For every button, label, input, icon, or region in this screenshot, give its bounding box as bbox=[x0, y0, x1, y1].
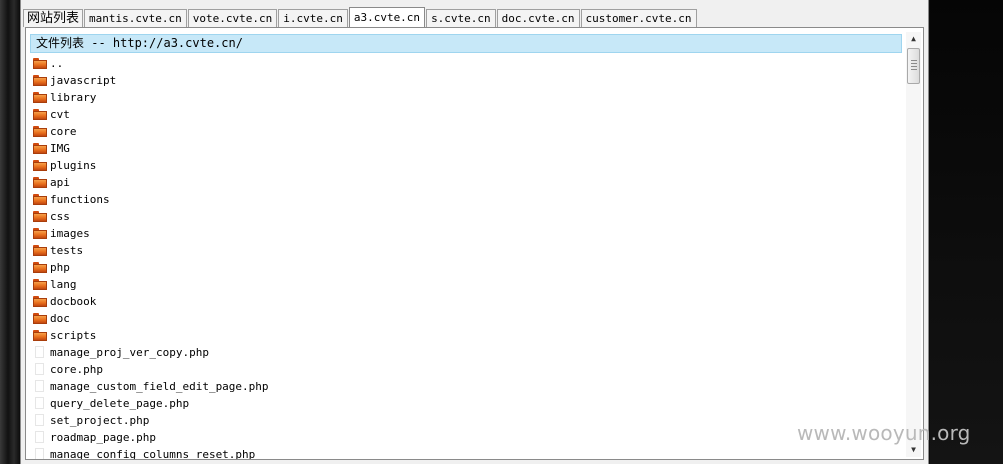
file-row[interactable]: manage_proj_ver_copy.php bbox=[32, 344, 892, 361]
item-name: scripts bbox=[50, 329, 97, 342]
tab-mantis-cvte-cn[interactable]: mantis.cvte.cn bbox=[84, 9, 187, 27]
file-row[interactable]: roadmap_page.php bbox=[32, 429, 892, 446]
tab-vote-cvte-cn[interactable]: vote.cvte.cn bbox=[187, 9, 278, 27]
item-name: manage_proj_ver_copy.php bbox=[50, 346, 209, 359]
folder-icon bbox=[32, 193, 48, 206]
arrow-down-icon[interactable]: ▼ bbox=[906, 443, 921, 457]
tab-doc-cvte-cn[interactable]: doc.cvte.cn bbox=[496, 9, 580, 27]
file-row[interactable]: manage_config_columns_reset.php bbox=[32, 446, 892, 460]
folder-icon bbox=[32, 244, 48, 257]
item-name: images bbox=[50, 227, 90, 240]
item-name: roadmap_page.php bbox=[50, 431, 156, 444]
item-name: functions bbox=[50, 193, 110, 206]
folder-row[interactable]: plugins bbox=[32, 157, 892, 174]
file-list: .. javascript library cvt core IMG plugins api f… bbox=[32, 55, 892, 460]
file-list-header: 文件列表 -- http://a3.cvte.cn/ bbox=[30, 34, 902, 53]
file-row[interactable]: query_delete_page.php bbox=[32, 395, 892, 412]
item-name: doc bbox=[50, 312, 70, 325]
folder-row[interactable]: cvt bbox=[32, 106, 892, 123]
file-icon bbox=[32, 448, 48, 459]
folder-row[interactable]: javascript bbox=[32, 72, 892, 89]
background-left bbox=[0, 0, 20, 464]
folder-icon bbox=[32, 57, 48, 70]
folder-row[interactable]: php bbox=[32, 259, 892, 276]
item-name: .. bbox=[50, 57, 64, 70]
item-name: javascript bbox=[50, 74, 117, 87]
app-window: 网站列表 mantis.cvte.cn vote.cvte.cn i.cvte.cn a… bbox=[20, 0, 929, 464]
folder-icon bbox=[32, 295, 48, 308]
folder-icon bbox=[32, 210, 48, 223]
grip-line bbox=[911, 63, 917, 64]
item-name: api bbox=[50, 176, 70, 189]
folder-row[interactable]: functions bbox=[32, 191, 892, 208]
grip-line bbox=[911, 69, 917, 70]
folder-row[interactable]: docbook bbox=[32, 293, 892, 310]
folder-row[interactable]: doc bbox=[32, 310, 892, 327]
folder-row[interactable]: scripts bbox=[32, 327, 892, 344]
scrollbar-thumb[interactable] bbox=[907, 48, 920, 84]
folder-row[interactable]: images bbox=[32, 225, 892, 242]
tab-i-cvte-cn[interactable]: i.cvte.cn bbox=[278, 9, 348, 27]
item-name: cvt bbox=[50, 108, 70, 121]
tab-customer-cvte-cn[interactable]: customer.cvte.cn bbox=[580, 9, 697, 27]
background-right bbox=[930, 0, 1003, 464]
file-row[interactable]: manage_custom_field_edit_page.php bbox=[32, 378, 892, 395]
folder-icon bbox=[32, 329, 48, 342]
folder-row[interactable]: api bbox=[32, 174, 892, 191]
tab-site-list[interactable]: 网站列表 bbox=[23, 9, 84, 27]
item-name: core.php bbox=[50, 363, 103, 376]
item-name: php bbox=[50, 261, 70, 274]
folder-row[interactable]: IMG bbox=[32, 140, 892, 157]
file-icon bbox=[32, 346, 48, 359]
arrow-up-icon[interactable]: ▲ bbox=[906, 32, 921, 46]
folder-icon bbox=[32, 261, 48, 274]
file-icon bbox=[32, 363, 48, 376]
item-name: plugins bbox=[50, 159, 97, 172]
folder-row[interactable]: tests bbox=[32, 242, 892, 259]
item-name: set_project.php bbox=[50, 414, 150, 427]
item-name: css bbox=[50, 210, 70, 223]
file-icon bbox=[32, 397, 48, 410]
item-name: core bbox=[50, 125, 77, 138]
item-name: library bbox=[50, 91, 97, 104]
item-name: manage_config_columns_reset.php bbox=[50, 448, 256, 460]
item-name: tests bbox=[50, 244, 84, 257]
file-icon bbox=[32, 414, 48, 427]
file-icon bbox=[32, 380, 48, 393]
file-icon bbox=[32, 431, 48, 444]
item-name: IMG bbox=[50, 142, 70, 155]
folder-row[interactable]: .. bbox=[32, 55, 892, 72]
folder-icon bbox=[32, 108, 48, 121]
folder-icon bbox=[32, 159, 48, 172]
folder-icon bbox=[32, 312, 48, 325]
tab-a3-cvte-cn[interactable]: a3.cvte.cn bbox=[348, 7, 426, 28]
item-name: lang bbox=[50, 278, 77, 291]
folder-icon bbox=[32, 91, 48, 104]
folder-icon bbox=[32, 227, 48, 240]
item-name: manage_custom_field_edit_page.php bbox=[50, 380, 269, 393]
folder-icon bbox=[32, 278, 48, 291]
file-row[interactable]: core.php bbox=[32, 361, 892, 378]
watermark: www.wooyun.org bbox=[797, 421, 971, 445]
tab-s-cvte-cn[interactable]: s.cvte.cn bbox=[426, 9, 496, 27]
grip-line bbox=[911, 60, 917, 61]
grip-line bbox=[911, 66, 917, 67]
item-name: query_delete_page.php bbox=[50, 397, 190, 410]
file-list-panel: 文件列表 -- http://a3.cvte.cn/ .. javascript l… bbox=[25, 27, 924, 460]
folder-icon bbox=[32, 74, 48, 87]
folder-icon bbox=[32, 125, 48, 138]
folder-icon bbox=[32, 142, 48, 155]
folder-row[interactable]: css bbox=[32, 208, 892, 225]
folder-row[interactable]: lang bbox=[32, 276, 892, 293]
folder-icon bbox=[32, 176, 48, 189]
folder-row[interactable]: library bbox=[32, 89, 892, 106]
item-name: docbook bbox=[50, 295, 97, 308]
vertical-scrollbar[interactable]: ▲ ▼ bbox=[906, 32, 921, 457]
file-row[interactable]: set_project.php bbox=[32, 412, 892, 429]
tab-bar: 网站列表 mantis.cvte.cn vote.cvte.cn i.cvte.cn a… bbox=[23, 7, 698, 28]
folder-row[interactable]: core bbox=[32, 123, 892, 140]
